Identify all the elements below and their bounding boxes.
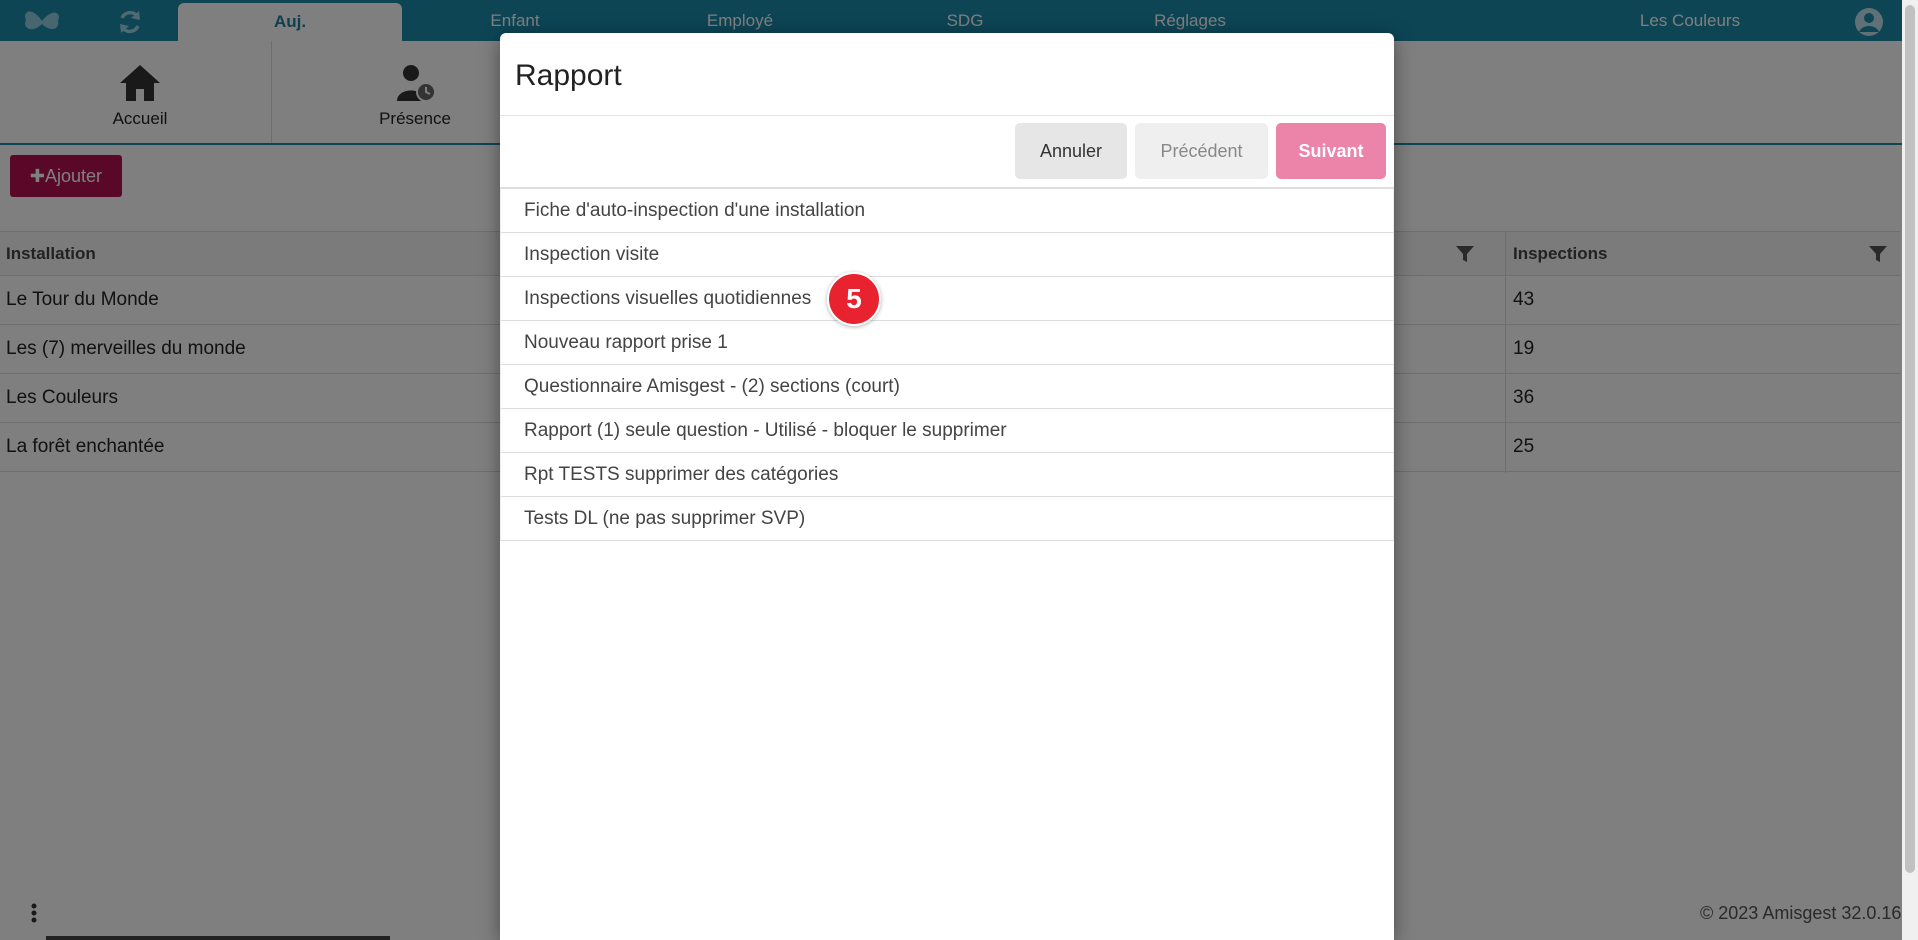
report-item[interactable]: Rapport (1) seule question - Utilisé - b… bbox=[500, 409, 1394, 453]
step-marker-badge: 5 bbox=[827, 272, 881, 326]
next-button[interactable]: Suivant bbox=[1276, 123, 1386, 179]
scrollbar-thumb[interactable] bbox=[1905, 5, 1915, 873]
report-item[interactable]: Inspection visite bbox=[500, 233, 1394, 277]
report-item[interactable]: Nouveau rapport prise 1 bbox=[500, 321, 1394, 365]
report-item[interactable]: Inspections visuelles quotidiennes bbox=[500, 277, 1394, 321]
report-item[interactable]: Tests DL (ne pas supprimer SVP) bbox=[500, 497, 1394, 541]
dialog-title: Rapport bbox=[515, 59, 622, 92]
report-item[interactable]: Questionnaire Amisgest - (2) sections (c… bbox=[500, 365, 1394, 409]
report-list: Fiche d'auto-inspection d'une installati… bbox=[500, 187, 1394, 541]
dialog-divider bbox=[500, 115, 1394, 116]
report-item[interactable]: Rpt TESTS supprimer des catégories bbox=[500, 453, 1394, 497]
report-dialog: Rapport Annuler Précédent Suivant Fiche … bbox=[500, 33, 1394, 940]
report-item[interactable]: Fiche d'auto-inspection d'une installati… bbox=[500, 189, 1394, 233]
scrollbar[interactable] bbox=[1902, 0, 1918, 940]
previous-button[interactable]: Précédent bbox=[1135, 123, 1268, 179]
cancel-button[interactable]: Annuler bbox=[1015, 123, 1127, 179]
